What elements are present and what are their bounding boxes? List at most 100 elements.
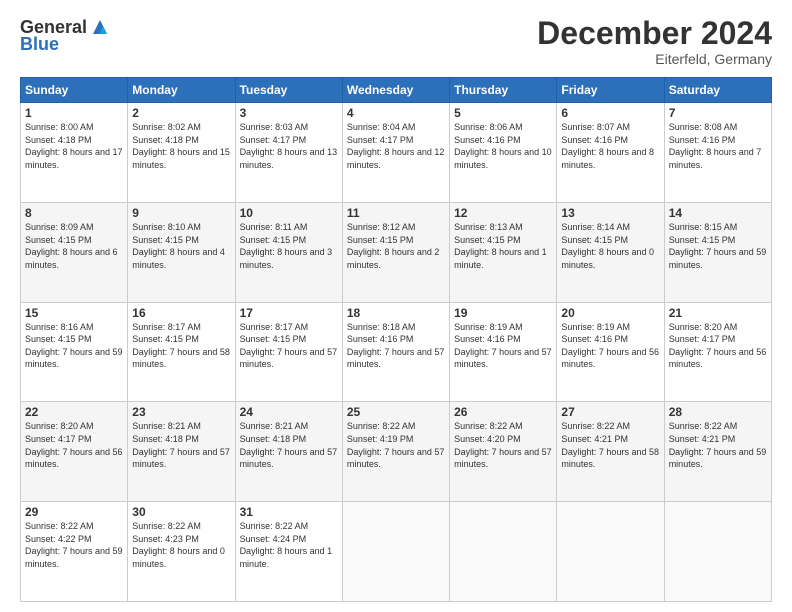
day-number: 2 — [132, 106, 230, 120]
day-number: 6 — [561, 106, 659, 120]
day-info: Sunrise: 8:22 AMSunset: 4:22 PMDaylight:… — [25, 520, 123, 570]
month-title: December 2024 — [537, 16, 772, 51]
day-number: 15 — [25, 306, 123, 320]
weekday-header-cell: Tuesday — [235, 78, 342, 103]
calendar-cell: 9Sunrise: 8:10 AMSunset: 4:15 PMDaylight… — [128, 202, 235, 302]
day-number: 9 — [132, 206, 230, 220]
day-number: 1 — [25, 106, 123, 120]
day-info: Sunrise: 8:17 AMSunset: 4:15 PMDaylight:… — [132, 321, 230, 371]
calendar-cell: 22Sunrise: 8:20 AMSunset: 4:17 PMDayligh… — [21, 402, 128, 502]
calendar-cell: 15Sunrise: 8:16 AMSunset: 4:15 PMDayligh… — [21, 302, 128, 402]
calendar-cell: 19Sunrise: 8:19 AMSunset: 4:16 PMDayligh… — [450, 302, 557, 402]
day-number: 20 — [561, 306, 659, 320]
calendar-cell: 23Sunrise: 8:21 AMSunset: 4:18 PMDayligh… — [128, 402, 235, 502]
day-number: 7 — [669, 106, 767, 120]
day-number: 23 — [132, 405, 230, 419]
location: Eiterfeld, Germany — [537, 51, 772, 67]
day-info: Sunrise: 8:10 AMSunset: 4:15 PMDaylight:… — [132, 221, 230, 271]
day-info: Sunrise: 8:14 AMSunset: 4:15 PMDaylight:… — [561, 221, 659, 271]
day-info: Sunrise: 8:07 AMSunset: 4:16 PMDaylight:… — [561, 121, 659, 171]
day-info: Sunrise: 8:13 AMSunset: 4:15 PMDaylight:… — [454, 221, 552, 271]
day-info: Sunrise: 8:02 AMSunset: 4:18 PMDaylight:… — [132, 121, 230, 171]
calendar-cell: 2Sunrise: 8:02 AMSunset: 4:18 PMDaylight… — [128, 103, 235, 203]
calendar-cell: 31Sunrise: 8:22 AMSunset: 4:24 PMDayligh… — [235, 502, 342, 602]
calendar-body: 1Sunrise: 8:00 AMSunset: 4:18 PMDaylight… — [21, 103, 772, 602]
logo: General Blue — [20, 16, 113, 55]
day-info: Sunrise: 8:03 AMSunset: 4:17 PMDaylight:… — [240, 121, 338, 171]
calendar-cell: 18Sunrise: 8:18 AMSunset: 4:16 PMDayligh… — [342, 302, 449, 402]
calendar-cell: 24Sunrise: 8:21 AMSunset: 4:18 PMDayligh… — [235, 402, 342, 502]
calendar-week-row: 29Sunrise: 8:22 AMSunset: 4:22 PMDayligh… — [21, 502, 772, 602]
day-info: Sunrise: 8:20 AMSunset: 4:17 PMDaylight:… — [669, 321, 767, 371]
weekday-header-cell: Friday — [557, 78, 664, 103]
day-number: 11 — [347, 206, 445, 220]
calendar-cell: 10Sunrise: 8:11 AMSunset: 4:15 PMDayligh… — [235, 202, 342, 302]
calendar-cell: 14Sunrise: 8:15 AMSunset: 4:15 PMDayligh… — [664, 202, 771, 302]
calendar-week-row: 22Sunrise: 8:20 AMSunset: 4:17 PMDayligh… — [21, 402, 772, 502]
calendar-cell: 26Sunrise: 8:22 AMSunset: 4:20 PMDayligh… — [450, 402, 557, 502]
day-number: 12 — [454, 206, 552, 220]
calendar-cell: 29Sunrise: 8:22 AMSunset: 4:22 PMDayligh… — [21, 502, 128, 602]
day-info: Sunrise: 8:22 AMSunset: 4:24 PMDaylight:… — [240, 520, 338, 570]
day-info: Sunrise: 8:09 AMSunset: 4:15 PMDaylight:… — [25, 221, 123, 271]
day-info: Sunrise: 8:20 AMSunset: 4:17 PMDaylight:… — [25, 420, 123, 470]
title-block: December 2024 Eiterfeld, Germany — [537, 16, 772, 67]
day-number: 18 — [347, 306, 445, 320]
calendar-cell: 8Sunrise: 8:09 AMSunset: 4:15 PMDaylight… — [21, 202, 128, 302]
calendar-cell: 17Sunrise: 8:17 AMSunset: 4:15 PMDayligh… — [235, 302, 342, 402]
day-number: 5 — [454, 106, 552, 120]
calendar-cell: 12Sunrise: 8:13 AMSunset: 4:15 PMDayligh… — [450, 202, 557, 302]
day-number: 25 — [347, 405, 445, 419]
calendar-week-row: 8Sunrise: 8:09 AMSunset: 4:15 PMDaylight… — [21, 202, 772, 302]
day-info: Sunrise: 8:17 AMSunset: 4:15 PMDaylight:… — [240, 321, 338, 371]
day-info: Sunrise: 8:15 AMSunset: 4:15 PMDaylight:… — [669, 221, 767, 271]
day-number: 26 — [454, 405, 552, 419]
calendar-week-row: 15Sunrise: 8:16 AMSunset: 4:15 PMDayligh… — [21, 302, 772, 402]
weekday-header-row: SundayMondayTuesdayWednesdayThursdayFrid… — [21, 78, 772, 103]
calendar-cell: 13Sunrise: 8:14 AMSunset: 4:15 PMDayligh… — [557, 202, 664, 302]
calendar-cell: 16Sunrise: 8:17 AMSunset: 4:15 PMDayligh… — [128, 302, 235, 402]
calendar-cell: 3Sunrise: 8:03 AMSunset: 4:17 PMDaylight… — [235, 103, 342, 203]
calendar-cell: 25Sunrise: 8:22 AMSunset: 4:19 PMDayligh… — [342, 402, 449, 502]
day-info: Sunrise: 8:12 AMSunset: 4:15 PMDaylight:… — [347, 221, 445, 271]
calendar-cell: 20Sunrise: 8:19 AMSunset: 4:16 PMDayligh… — [557, 302, 664, 402]
day-info: Sunrise: 8:19 AMSunset: 4:16 PMDaylight:… — [454, 321, 552, 371]
day-number: 4 — [347, 106, 445, 120]
day-number: 3 — [240, 106, 338, 120]
day-number: 30 — [132, 505, 230, 519]
calendar-table: SundayMondayTuesdayWednesdayThursdayFrid… — [20, 77, 772, 602]
calendar-cell — [342, 502, 449, 602]
calendar-cell: 1Sunrise: 8:00 AMSunset: 4:18 PMDaylight… — [21, 103, 128, 203]
logo-icon — [89, 16, 111, 38]
page: General Blue December 2024 Eiterfeld, Ge… — [0, 0, 792, 612]
day-info: Sunrise: 8:06 AMSunset: 4:16 PMDaylight:… — [454, 121, 552, 171]
day-info: Sunrise: 8:19 AMSunset: 4:16 PMDaylight:… — [561, 321, 659, 371]
header: General Blue December 2024 Eiterfeld, Ge… — [20, 16, 772, 67]
weekday-header-cell: Saturday — [664, 78, 771, 103]
calendar-cell — [664, 502, 771, 602]
day-info: Sunrise: 8:04 AMSunset: 4:17 PMDaylight:… — [347, 121, 445, 171]
day-number: 24 — [240, 405, 338, 419]
calendar-cell: 11Sunrise: 8:12 AMSunset: 4:15 PMDayligh… — [342, 202, 449, 302]
day-number: 8 — [25, 206, 123, 220]
logo-text-block: General Blue — [20, 16, 113, 55]
calendar-cell — [557, 502, 664, 602]
calendar-week-row: 1Sunrise: 8:00 AMSunset: 4:18 PMDaylight… — [21, 103, 772, 203]
day-info: Sunrise: 8:16 AMSunset: 4:15 PMDaylight:… — [25, 321, 123, 371]
day-info: Sunrise: 8:22 AMSunset: 4:19 PMDaylight:… — [347, 420, 445, 470]
day-info: Sunrise: 8:21 AMSunset: 4:18 PMDaylight:… — [132, 420, 230, 470]
day-number: 31 — [240, 505, 338, 519]
calendar-cell — [450, 502, 557, 602]
day-number: 14 — [669, 206, 767, 220]
weekday-header-cell: Thursday — [450, 78, 557, 103]
calendar-cell: 30Sunrise: 8:22 AMSunset: 4:23 PMDayligh… — [128, 502, 235, 602]
day-info: Sunrise: 8:22 AMSunset: 4:23 PMDaylight:… — [132, 520, 230, 570]
calendar-cell: 27Sunrise: 8:22 AMSunset: 4:21 PMDayligh… — [557, 402, 664, 502]
day-info: Sunrise: 8:21 AMSunset: 4:18 PMDaylight:… — [240, 420, 338, 470]
day-number: 17 — [240, 306, 338, 320]
calendar-cell: 21Sunrise: 8:20 AMSunset: 4:17 PMDayligh… — [664, 302, 771, 402]
day-number: 21 — [669, 306, 767, 320]
day-info: Sunrise: 8:22 AMSunset: 4:21 PMDaylight:… — [561, 420, 659, 470]
day-info: Sunrise: 8:22 AMSunset: 4:20 PMDaylight:… — [454, 420, 552, 470]
day-info: Sunrise: 8:22 AMSunset: 4:21 PMDaylight:… — [669, 420, 767, 470]
